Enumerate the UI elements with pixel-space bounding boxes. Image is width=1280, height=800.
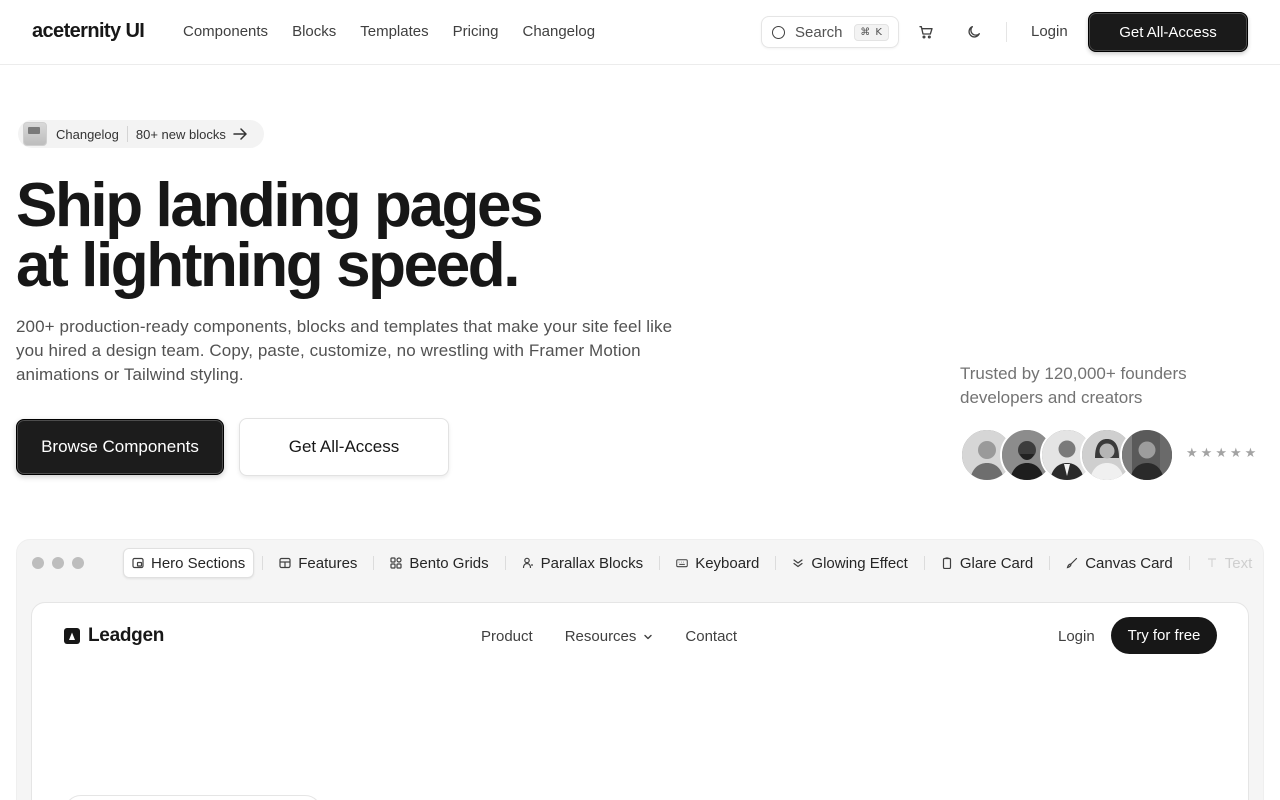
changelog-label: Changelog <box>56 126 119 142</box>
tab-label: Glare Card <box>959 554 1034 572</box>
tab-label: Glowing Effect <box>811 554 908 572</box>
search-button[interactable]: Search ⌘ K <box>761 16 899 48</box>
keyboard-icon <box>676 557 688 569</box>
category-tabs: Hero Sections Features Bento Grids Paral… <box>123 548 1260 578</box>
tab-divider <box>373 556 375 570</box>
search-label: Search <box>795 23 843 41</box>
star-icon: ★ <box>1229 446 1242 461</box>
demo-logo-text: Leadgen <box>88 625 165 646</box>
star-icon: ★ <box>1215 446 1227 461</box>
pill-divider <box>126 126 128 142</box>
nav-link-components[interactable]: Components <box>183 23 268 40</box>
canvas-card-icon <box>1066 557 1078 569</box>
demo-nav-contact[interactable]: Contact <box>685 628 737 645</box>
top-navbar: aceternity UI Components Blocks Template… <box>0 0 1280 65</box>
tab-divider <box>262 556 264 570</box>
demo-login-link[interactable]: Login <box>1058 628 1095 645</box>
nav-divider <box>1006 22 1007 42</box>
text-icon <box>1206 557 1218 569</box>
star-icon: ★ <box>1244 446 1257 461</box>
tab-features[interactable]: Features <box>271 548 365 578</box>
avatar-group <box>960 428 1174 482</box>
get-all-access-button[interactable]: Get All-Access <box>1088 12 1248 52</box>
tab-canvas-card[interactable]: Canvas Card <box>1058 548 1181 578</box>
tab-bento-grids[interactable]: Bento Grids <box>382 548 496 578</box>
arrow-right-icon <box>233 128 247 140</box>
login-link[interactable]: Login <box>1031 23 1068 40</box>
tab-label: Bento Grids <box>409 554 489 572</box>
tab-label: Canvas Card <box>1085 554 1173 572</box>
tab-keyboard[interactable]: Keyboard <box>668 548 767 578</box>
try-for-free-button[interactable]: Try for free <box>1111 617 1217 654</box>
nav-link-changelog[interactable]: Changelog <box>522 23 595 40</box>
main-nav: Components Blocks Templates Pricing Chan… <box>183 23 619 40</box>
site-logo[interactable]: aceternity UI <box>32 20 145 43</box>
bento-grid-icon <box>390 557 403 569</box>
tab-label: Parallax Blocks <box>540 554 644 572</box>
tab-glare-card[interactable]: Glare Card <box>933 548 1041 578</box>
features-icon <box>279 557 291 569</box>
tab-glowing-effect[interactable]: Glowing Effect <box>784 548 915 578</box>
hero-get-all-access-button[interactable]: Get All-Access <box>239 418 449 476</box>
tab-divider <box>1049 556 1051 570</box>
tab-divider <box>923 556 925 570</box>
tab-divider <box>504 556 506 570</box>
leadgen-logo-icon <box>64 628 80 644</box>
star-icon: ★ <box>1186 446 1198 461</box>
changelog-text: 80+ new blocks <box>135 126 226 142</box>
tab-label: Hero Sections <box>151 554 246 572</box>
hero-title-line1: Ship landing pages <box>16 171 544 240</box>
demo-nav-resources[interactable]: Resources <box>565 628 654 645</box>
hero-title-line2: at lightning speed. <box>16 231 520 300</box>
window-dot <box>32 557 44 569</box>
window-dot <box>52 557 64 569</box>
theme-toggle-button[interactable] <box>964 22 984 42</box>
trusted-text: Trusted by 120,000+ founders developers … <box>960 364 1187 407</box>
changelog-thumbnail <box>23 122 47 146</box>
demo-preview-window: Leadgen Product Resources Contact Login … <box>31 602 1249 800</box>
demo-logo[interactable]: Leadgen <box>64 625 164 647</box>
chevron-down-icon <box>644 634 653 639</box>
cart-icon <box>919 26 933 39</box>
search-icon <box>772 25 785 39</box>
tab-parallax-blocks[interactable]: Parallax Blocks <box>514 548 652 578</box>
glow-icon <box>792 557 804 569</box>
tab-divider <box>775 556 777 570</box>
logo-text: aceternity UI <box>32 20 145 42</box>
nav-link-blocks[interactable]: Blocks <box>292 23 336 40</box>
browse-components-button[interactable]: Browse Components <box>16 419 224 475</box>
demo-nav: Product Resources Contact <box>481 628 769 645</box>
demo-nav-product[interactable]: Product <box>481 628 533 645</box>
window-dot <box>72 557 84 569</box>
tab-label: Text <box>1224 554 1253 572</box>
tab-divider <box>659 556 661 570</box>
glare-card-icon <box>941 557 953 569</box>
tab-label: Features <box>298 554 358 572</box>
moon-icon <box>968 26 980 38</box>
tab-label: Keyboard <box>695 554 760 572</box>
window-controls <box>32 557 84 569</box>
search-shortcut: ⌘ K <box>854 23 889 41</box>
nav-link-pricing[interactable]: Pricing <box>453 23 499 40</box>
tab-hero-sections[interactable]: Hero Sections <box>123 548 255 578</box>
star-icon: ★ <box>1200 446 1213 461</box>
cart-button[interactable] <box>916 22 936 42</box>
tab-text[interactable]: Text <box>1198 548 1261 578</box>
hero-title: Ship landing pages at lightning speed. <box>16 175 544 297</box>
tab-divider <box>1188 556 1190 570</box>
nav-link-templates[interactable]: Templates <box>360 23 428 40</box>
demo-badge-outline <box>64 795 322 800</box>
changelog-pill[interactable]: Changelog 80+ new blocks <box>18 120 264 148</box>
hero-subtitle: 200+ production-ready components, blocks… <box>16 317 673 384</box>
rating-stars: ★ ★ ★ ★ ★ <box>1186 447 1256 460</box>
parallax-icon <box>522 557 534 569</box>
demo-nav-resources-label: Resources <box>564 628 637 645</box>
avatar <box>1120 428 1174 482</box>
hero-sections-icon <box>132 557 144 569</box>
